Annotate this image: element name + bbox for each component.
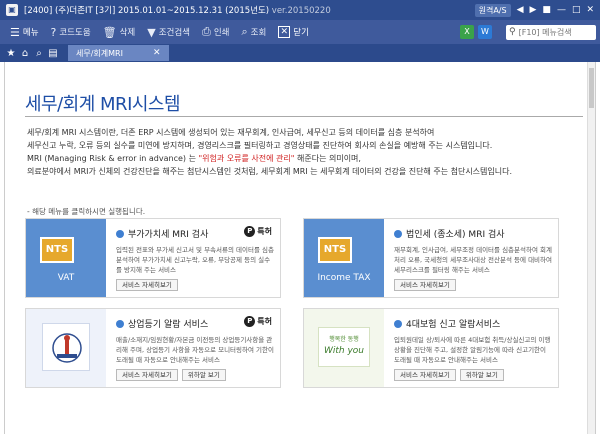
corporate-tax-mri-card[interactable]: NTS Income TAX 법인세 (종소세) MRI 검사 재무회계, 인사… xyxy=(303,218,559,298)
delete-icon: 🗑 xyxy=(102,25,117,39)
alarm-view-button[interactable]: 위하알 보기 xyxy=(181,369,226,381)
main-content: 세무/회계 MRI시스템 세무/회계 MRI 시스템이란, 더존 ERP 시스템… xyxy=(4,62,596,434)
court-emblem-icon xyxy=(42,323,90,371)
menu-button[interactable]: ☰ 메뉴 xyxy=(4,22,45,42)
vat-mri-card[interactable]: NTS VAT 부가가치세 MRI 검사 P 특허 입력된 전표와 부가세 신고서… xyxy=(25,218,281,298)
bullet-icon xyxy=(394,229,402,238)
click-hint: - 해당 메뉴를 클릭하시면 실행됩니다. xyxy=(27,207,146,216)
alarm-view-button[interactable]: 위하알 보기 xyxy=(459,369,504,381)
window-titlebar: ▣ [2400] (주)더존IT [3기] 2015.01.01~2015.12… xyxy=(0,0,600,20)
card-description: 입퇴원데일 상/퇴사에 따른 4대보험 취득/상실신고의 이행상황을 진단해 주… xyxy=(394,336,551,364)
code-help-button[interactable]: ? 코드도움 xyxy=(45,22,97,42)
remote-support-button[interactable]: 원격A/S xyxy=(474,3,511,17)
print-button[interactable]: ⎙ 인쇄 xyxy=(196,22,235,42)
bullet-icon xyxy=(116,229,124,238)
word-icon[interactable]: W xyxy=(478,25,492,39)
service-detail-button[interactable]: 서비스 자세히보기 xyxy=(394,369,456,381)
with-you-logo-icon: 행복한 동행 With you xyxy=(318,327,370,367)
view-icon: ⌕ xyxy=(241,25,248,38)
insurance-alarm-card[interactable]: 행복한 동행 With you 4대보험 신고 알람서비스 입퇴원데일 상/퇴사… xyxy=(303,308,559,388)
home-icon[interactable]: ⌂ xyxy=(18,48,32,59)
help-icon: ? xyxy=(50,25,57,39)
excel-icon[interactable]: X xyxy=(460,25,474,39)
minimize-icon[interactable]: — xyxy=(557,5,566,15)
nts-logo-icon: NTS xyxy=(40,237,74,263)
income-tax-thumbnail: NTS Income TAX xyxy=(304,219,384,297)
menu-icon: ☰ xyxy=(10,25,20,39)
bullet-icon xyxy=(116,319,124,328)
card-title: 부가가치세 MRI 검사 xyxy=(128,230,209,240)
patent-badge: P 특허 xyxy=(244,316,272,327)
card-title: 법인세 (종소세) MRI 검사 xyxy=(406,230,505,240)
folder-icon[interactable]: ▤ xyxy=(46,48,60,59)
main-toolbar: ☰ 메뉴 ? 코드도움 🗑 삭제 ▼ 조건검색 ⎙ 인쇄 ⌕ 조회 ✕ 닫기 X W ⚲ xyxy=(0,20,600,44)
card-description: 재무회계, 인사급여, 세무조정 데이터를 심층분석하여 회계처리 오류, 국세… xyxy=(394,246,552,274)
view-button[interactable]: ⌕ 조회 xyxy=(235,22,272,42)
card-title: 상업등기 알람 서비스 xyxy=(128,320,209,330)
card-title: 4대보험 신고 알람서비스 xyxy=(406,320,501,330)
commercial-registry-alarm-card[interactable]: 상업등기 알람 서비스 P 특허 매출/소재지/임원현황/자본금 이전등의 상업등… xyxy=(25,308,281,388)
window-title: [2400] (주)더존IT [3기] 2015.01.01~2015.12.3… xyxy=(24,6,331,16)
service-detail-button[interactable]: 서비스 자세히보기 xyxy=(394,279,456,291)
print-icon: ⎙ xyxy=(202,25,211,38)
menu-search-input[interactable] xyxy=(518,27,589,37)
tab-close-icon[interactable]: ✕ xyxy=(153,48,161,58)
scrollbar-thumb[interactable] xyxy=(589,68,594,108)
window-icon[interactable]: ■ xyxy=(542,5,551,15)
highlight-text: "위험과 오류를 사전에 관리" xyxy=(198,154,295,163)
filter-icon: ▼ xyxy=(147,25,156,39)
registry-thumbnail xyxy=(26,309,106,387)
window-close-icon[interactable]: ✕ xyxy=(586,5,594,15)
close-icon: ✕ xyxy=(278,26,291,38)
tab-bar: ★ ⌂ ⌕ ▤ 세무/회계MRI ✕ xyxy=(0,44,600,62)
service-detail-button[interactable]: 서비스 자세히보기 xyxy=(116,369,178,381)
card-description: 입력된 전표와 부가세 신고서 및 부속서류의 데이터를 심층분석하여 부가가치… xyxy=(116,246,274,274)
back-icon[interactable]: ◀ xyxy=(517,5,524,15)
search-menu-icon[interactable]: ⌕ xyxy=(32,48,46,59)
menu-search[interactable]: ⚲ xyxy=(506,24,596,40)
vertical-scrollbar[interactable] xyxy=(587,62,595,434)
condition-search-button[interactable]: ▼ 조건검색 xyxy=(141,22,196,42)
app-icon: ▣ xyxy=(6,4,18,16)
maximize-icon[interactable]: □ xyxy=(572,5,581,15)
search-icon: ⚲ xyxy=(509,27,516,37)
nts-logo-icon: NTS xyxy=(318,237,352,263)
title-divider xyxy=(25,116,583,117)
tab-tax-mri[interactable]: 세무/회계MRI ✕ xyxy=(68,45,169,61)
insurance-thumbnail: 행복한 동행 With you xyxy=(304,309,384,387)
bullet-icon xyxy=(394,319,402,328)
vat-thumbnail: NTS VAT xyxy=(26,219,106,297)
card-description: 매출/소재지/임원현황/자본금 이전등의 상업등기사항을 관리해 주며, 상업등… xyxy=(116,336,274,364)
close-button[interactable]: ✕ 닫기 xyxy=(272,22,315,42)
service-detail-button[interactable]: 서비스 자세히보기 xyxy=(116,279,178,291)
patent-icon: P xyxy=(244,226,256,237)
patent-icon: P xyxy=(244,316,256,327)
page-title: 세무/회계 MRI시스템 xyxy=(25,94,181,115)
patent-badge: P 특허 xyxy=(244,226,272,237)
system-description: 세무/회계 MRI 시스템이란, 더존 ERP 시스템에 생성되어 있는 재무회… xyxy=(27,128,513,176)
forward-icon[interactable]: ▶ xyxy=(530,5,537,15)
delete-button[interactable]: 🗑 삭제 xyxy=(97,22,142,42)
favorite-icon[interactable]: ★ xyxy=(4,48,18,59)
